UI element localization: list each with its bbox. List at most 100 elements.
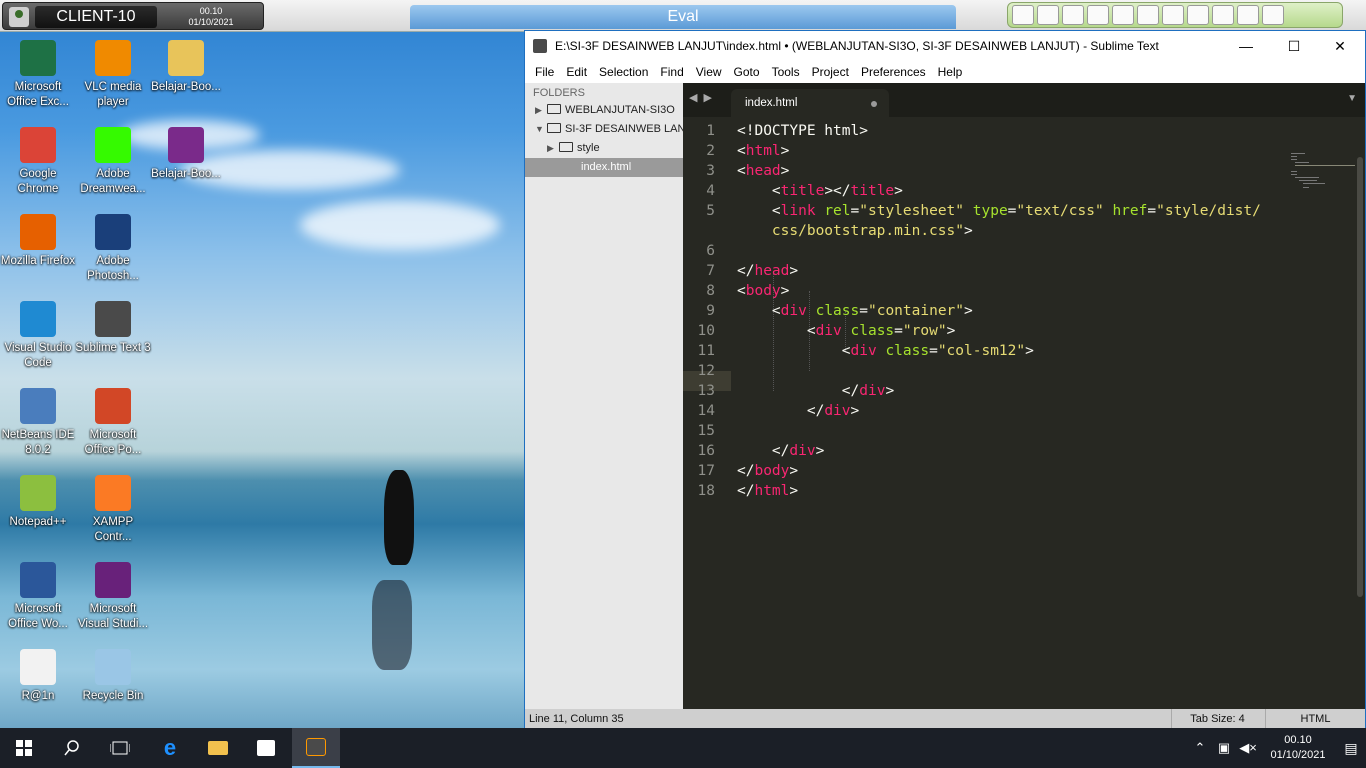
- status-bar: Line 11, Column 35 Tab Size: 4 HTML: [525, 709, 1365, 729]
- runner-reflection: [372, 580, 412, 670]
- menu-project[interactable]: Project: [806, 61, 855, 83]
- dreamweaver-icon: [95, 127, 131, 163]
- desktop-icon[interactable]: VLC media player: [75, 40, 151, 110]
- sidebar-folder-style[interactable]: ▶ style: [525, 139, 683, 158]
- desktop-icon[interactable]: Google Chrome: [0, 127, 76, 197]
- code-line: <html>: [737, 143, 790, 159]
- store-icon[interactable]: [242, 728, 290, 768]
- minimap[interactable]: [1291, 153, 1355, 193]
- desktop-icon-label: Adobe Dreamwea...: [80, 168, 146, 195]
- desktop-icon[interactable]: Microsoft Office Exc...: [0, 40, 76, 110]
- tab-size-selector[interactable]: Tab Size: 4: [1171, 709, 1263, 729]
- expand-arrow-icon: ▶: [547, 143, 554, 153]
- desktop-icon[interactable]: Sublime Text 3: [75, 301, 151, 356]
- file-explorer-icon[interactable]: [194, 728, 242, 768]
- start-button[interactable]: [0, 728, 48, 768]
- word-icon: [20, 562, 56, 598]
- client-time: 00.10: [199, 6, 223, 16]
- code-line: <link rel="stylesheet" type="text/css" h…: [771, 203, 1261, 219]
- chat-icon[interactable]: [1237, 5, 1259, 25]
- search-button[interactable]: [48, 728, 96, 768]
- line-number: 8: [706, 283, 715, 299]
- menu-tools[interactable]: Tools: [766, 61, 806, 83]
- desktop-icon[interactable]: Microsoft Visual Studi...: [75, 562, 151, 632]
- chrome-icon: [20, 127, 56, 163]
- code-line: <body>: [737, 283, 790, 299]
- desktop-icon[interactable]: Adobe Dreamwea...: [75, 127, 151, 197]
- tab-dropdown-icon[interactable]: ▼: [1347, 93, 1357, 104]
- desktop-icon[interactable]: R@1n: [0, 649, 76, 704]
- client-date: 01/10/2021: [188, 17, 234, 27]
- window-icon[interactable]: [1162, 5, 1184, 25]
- tab-bar: ◀▶ index.html ▼: [683, 83, 1365, 117]
- line-number: 4: [706, 183, 715, 199]
- users-icon[interactable]: [1112, 5, 1134, 25]
- menu-view[interactable]: View: [690, 61, 728, 83]
- menu-find[interactable]: Find: [654, 61, 689, 83]
- keyboard-icon[interactable]: [1087, 5, 1109, 25]
- code-editor[interactable]: ◀▶ index.html ▼ 1 2 3 4 5 6 7 8 9 10 11 12 13 14 15 16 1…: [683, 83, 1365, 709]
- client-clock: 00.10 01/10/2021: [161, 6, 261, 28]
- desktop-icon[interactable]: Microsoft Office Wo...: [0, 562, 76, 632]
- maximize-button[interactable]: ☐: [1271, 31, 1317, 61]
- checklist-icon[interactable]: [1212, 5, 1234, 25]
- code-area[interactable]: 1 2 3 4 5 6 7 8 9 10 11 12 13 14 15 16 17 18 <!DOCTYPE ht…: [683, 117, 1365, 709]
- sublime-window: E:\SI-3F DESAINWEB LANJUT\index.html • (…: [524, 30, 1366, 753]
- desktop-icon[interactable]: Belajar-Boo...: [148, 40, 224, 95]
- notification-icon[interactable]: ▤: [1336, 740, 1366, 757]
- sidebar-file-index[interactable]: index.html: [525, 158, 683, 177]
- desktop-icon[interactable]: Belajar-Boo...: [148, 127, 224, 182]
- syntax-selector[interactable]: HTML: [1265, 709, 1365, 729]
- desktop-icon[interactable]: XAMPP Contr...: [75, 475, 151, 545]
- menu-edit[interactable]: Edit: [560, 61, 593, 83]
- tab-nav-arrows-icon[interactable]: ◀▶: [689, 91, 718, 104]
- unsaved-dot-icon[interactable]: [871, 101, 877, 107]
- vscode-icon: [20, 301, 56, 337]
- chevron-up-icon[interactable]: ⌃: [1188, 740, 1212, 756]
- sidebar-item-label: style: [577, 142, 600, 154]
- volume-muted-icon[interactable]: ◀×: [1236, 740, 1260, 756]
- desktop-icon[interactable]: Visual Studio Code: [0, 301, 76, 371]
- sidebar-folder-desainweb[interactable]: ▼ SI-3F DESAINWEB LANJUT: [525, 120, 683, 139]
- screen-icon[interactable]: [1012, 5, 1034, 25]
- desktop-icon[interactable]: Microsoft Office Po...: [75, 388, 151, 458]
- desktop-icon[interactable]: Adobe Photosh...: [75, 214, 151, 284]
- line-number: 7: [706, 263, 715, 279]
- winrar-icon: [168, 127, 204, 163]
- menu-selection[interactable]: Selection: [593, 61, 654, 83]
- desktop-icon[interactable]: NetBeans IDE 8.0.2: [0, 388, 76, 458]
- edge-icon[interactable]: e: [146, 728, 194, 768]
- task-view-button[interactable]: [96, 728, 144, 768]
- lifebuoy-icon[interactable]: [1262, 5, 1284, 25]
- close-button[interactable]: ✕: [1317, 31, 1363, 61]
- folder-open-icon: [547, 123, 561, 133]
- desktop-icon[interactable]: Notepad++: [0, 475, 76, 530]
- menu-file[interactable]: File: [529, 61, 560, 83]
- menu-preferences[interactable]: Preferences: [855, 61, 932, 83]
- disc-icon[interactable]: [1062, 5, 1084, 25]
- line-number: 12: [697, 363, 715, 379]
- desktop-icon[interactable]: Recycle Bin: [75, 649, 151, 704]
- sidebar-folder-weblanjutan[interactable]: ▶ WEBLANJUTAN-SI3O: [525, 101, 683, 120]
- code-line: </body>: [737, 463, 799, 479]
- menu-goto[interactable]: Goto: [728, 61, 766, 83]
- sidebar-item-label: SI-3F DESAINWEB LANJUT: [565, 123, 683, 135]
- code-line: <head>: [737, 163, 790, 179]
- globe-icon[interactable]: [1187, 5, 1209, 25]
- sublime-taskbar-button[interactable]: [292, 728, 340, 768]
- menu-help[interactable]: Help: [932, 61, 969, 83]
- chart-icon[interactable]: [1037, 5, 1059, 25]
- desktop-icon-label: Notepad++: [9, 516, 67, 528]
- text-file-icon: [20, 649, 56, 685]
- network-icon[interactable]: ▣: [1212, 740, 1236, 756]
- taskbar-clock[interactable]: 00.10 01/10/2021: [1260, 733, 1336, 763]
- minimize-button[interactable]: —: [1223, 31, 1269, 61]
- desktop-icon-label: Sublime Text 3: [75, 342, 151, 354]
- eval-button[interactable]: Eval: [410, 5, 956, 29]
- editor-scrollbar[interactable]: [1357, 157, 1363, 597]
- desktop-icon[interactable]: Mozilla Firefox: [0, 214, 76, 269]
- desktop-icon-label: Google Chrome: [17, 168, 59, 195]
- desktop-icon-label: Microsoft Office Po...: [84, 429, 142, 456]
- tab-index-html[interactable]: index.html: [731, 89, 889, 117]
- printer-icon[interactable]: [1137, 5, 1159, 25]
